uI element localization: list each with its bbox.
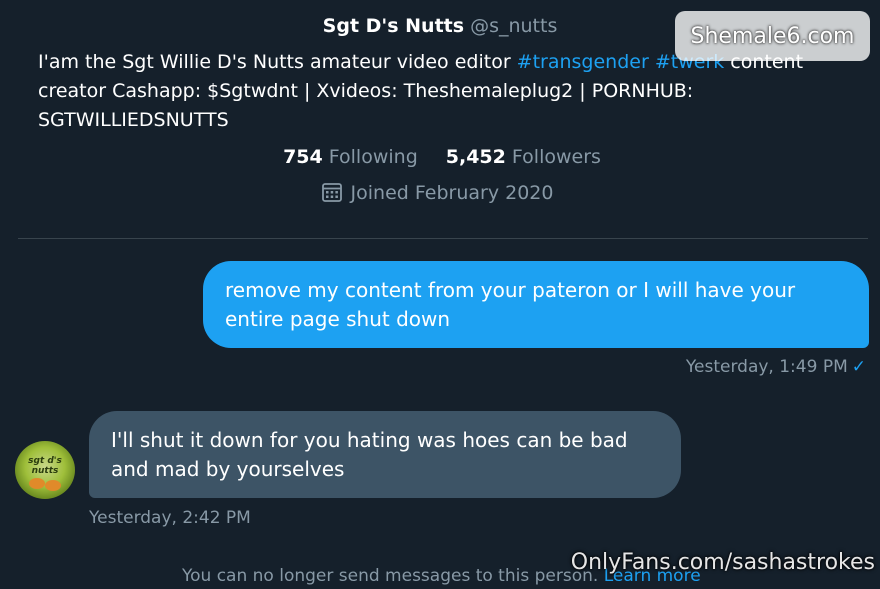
- bio-text-1: I'am the Sgt Willie D's Nutts amateur vi…: [38, 51, 517, 73]
- followers-link[interactable]: 5,452 Followers: [446, 146, 601, 168]
- notice-text: You can no longer send messages to this …: [182, 566, 604, 586]
- message-text-line: remove my content from your pateron or I…: [225, 278, 796, 302]
- followers-label: Followers: [511, 146, 601, 168]
- message-text-line: I'll shut it down for you hating was hoe…: [111, 428, 628, 452]
- watermark-bottom-right: OnlyFans.com/sashastrokes: [570, 550, 875, 575]
- profile-stats: 754 Following 5,452 Followers: [0, 143, 880, 171]
- profile-bio: I'am the Sgt Willie D's Nutts amateur vi…: [38, 48, 838, 135]
- followers-count: 5,452: [445, 146, 506, 168]
- avatar-nut-shape: [29, 478, 45, 489]
- message-bubble-received[interactable]: I'll shut it down for you hating was hoe…: [89, 411, 681, 498]
- hashtag-transgender[interactable]: #transgender: [517, 51, 649, 73]
- check-icon: ✓: [851, 357, 866, 377]
- timestamp-text: Yesterday, 1:49 PM: [685, 357, 848, 377]
- bio-line-2: creator Cashapp: $Sgtwdnt | Xvideos: The…: [38, 80, 694, 102]
- bio-line-3: SGTWILLIEDSNUTTS: [38, 109, 229, 131]
- avatar-nut-shape: [45, 480, 61, 491]
- avatar[interactable]: sgt d's nutts: [15, 441, 75, 499]
- calendar-icon: [321, 181, 343, 203]
- message-text-line: entire page shut down: [225, 307, 451, 331]
- following-link[interactable]: 754 Following: [283, 146, 418, 168]
- message-timestamp: Yesterday, 2:42 PM: [89, 508, 251, 528]
- message-bubble-sent[interactable]: remove my content from your pateron or I…: [203, 261, 869, 348]
- following-label: Following: [328, 146, 418, 168]
- profile-name[interactable]: Sgt D's Nutts: [323, 15, 464, 37]
- following-count: 754: [283, 146, 323, 168]
- joined-date: Joined February 2020: [0, 179, 874, 207]
- watermark-top-right: Shemale6.com: [690, 24, 855, 49]
- message-timestamp: Yesterday, 1:49 PM ✓: [686, 354, 866, 380]
- message-text-line: and mad by yourselves: [111, 457, 345, 481]
- avatar-logo-text: sgt d's nutts: [28, 456, 62, 476]
- divider: [18, 238, 868, 239]
- profile-handle[interactable]: @s_nutts: [470, 15, 557, 37]
- joined-text: Joined February 2020: [350, 182, 554, 204]
